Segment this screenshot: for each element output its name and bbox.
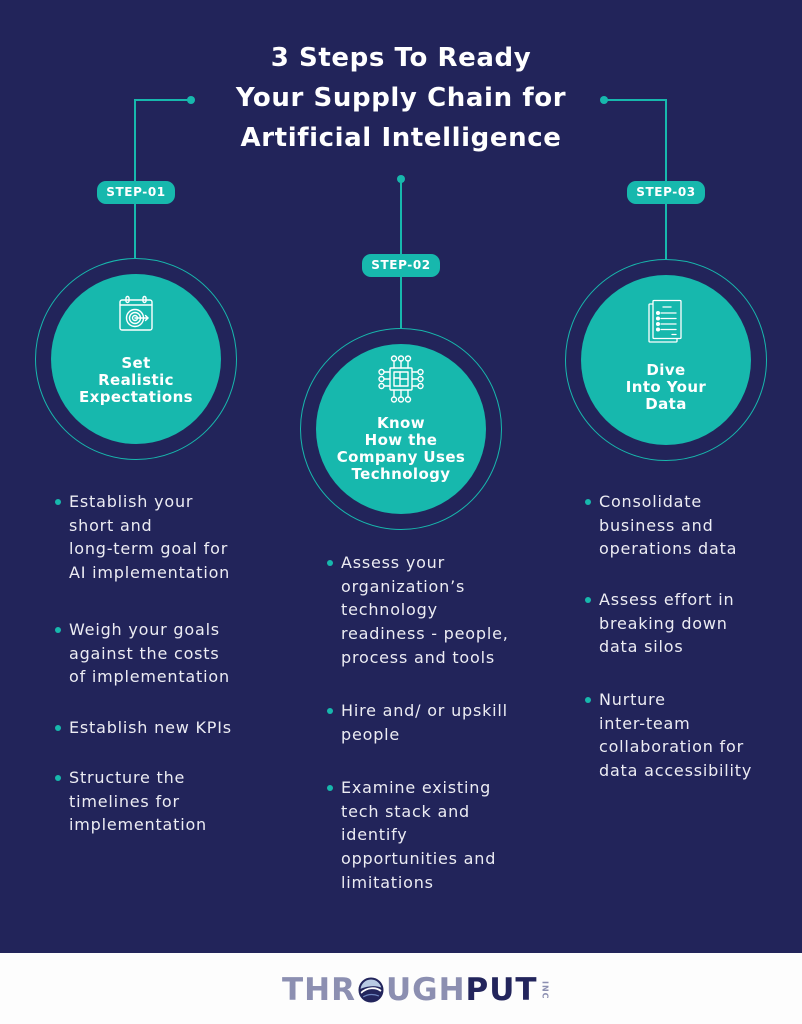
bullet-dot-icon — [327, 785, 333, 791]
bullet-dot-icon — [327, 560, 333, 566]
step-01-title-line: Expectations — [78, 388, 194, 406]
logo-text-left: THR — [282, 972, 356, 1008]
bullet-line: Establish new KPIs — [69, 718, 232, 737]
step-02-circle: Know How the Company Uses Technology — [316, 344, 486, 514]
bullet-line: breaking down — [599, 613, 728, 633]
document-list-icon — [648, 299, 682, 343]
step-02-bullet: Examine existing tech stack and identify… — [327, 776, 497, 895]
bullet-line: long-term goal for — [69, 539, 229, 559]
step-02-title-line: How the — [364, 431, 438, 449]
bullet-line: timelines for — [69, 791, 180, 811]
connector-dot-step-01 — [187, 96, 195, 104]
step-02-title: Know How the Company Uses Technology — [316, 415, 486, 483]
connector-dot-step-03 — [600, 96, 608, 104]
bullet-line: Structure the — [69, 768, 186, 787]
bullet-line: implementation — [69, 815, 207, 835]
bullet-dot-icon — [55, 725, 61, 731]
step-03-title-line: Dive — [646, 361, 686, 379]
logo-text-middle: UGH — [385, 972, 466, 1008]
step-03-bullet: Assess effort in breaking down data silo… — [585, 588, 735, 659]
step-03-title-line: Data — [645, 395, 687, 413]
bullet-line: identify — [341, 825, 408, 845]
connector-step-03 — [604, 99, 667, 259]
microchip-icon — [378, 355, 424, 403]
bullet-line: Consolidate — [599, 492, 702, 511]
globe-icon — [358, 977, 384, 1003]
bullet-line: people — [341, 724, 401, 744]
bullet-line: inter-team — [599, 713, 691, 733]
step-03-title: Dive Into Your Data — [581, 362, 751, 413]
bullet-dot-icon — [585, 597, 591, 603]
throughput-logo: THR UGH PUT INC — [282, 972, 550, 1008]
bullet-line: Assess effort in — [599, 590, 735, 609]
bullet-line: business and — [599, 515, 714, 535]
bullet-dot-icon — [327, 708, 333, 714]
step-02-title-line: Company Uses — [336, 448, 466, 466]
bullet-line: Nurture — [599, 690, 666, 709]
bullet-line: short and — [69, 515, 153, 535]
step-03-bullet: Consolidate business and operations data — [585, 490, 738, 561]
bullet-line: opportunities and — [341, 849, 497, 869]
bullet-line: Examine existing — [341, 778, 492, 797]
step-03-bullet: Nurture inter-team collaboration for dat… — [585, 688, 753, 783]
bullet-dot-icon — [585, 499, 591, 505]
step-03-circle: Dive Into Your Data — [581, 275, 751, 445]
bullet-line: of implementation — [69, 667, 230, 687]
step-01-circle: Set Realistic Expectations — [51, 274, 221, 444]
step-03-title-line: Into Your — [625, 378, 707, 396]
bullet-line: tech stack and — [341, 801, 471, 821]
bullet-dot-icon — [55, 627, 61, 633]
step-01-title-line: Realistic — [98, 371, 174, 389]
bullet-line: data accessibility — [599, 761, 753, 781]
bullet-line: data silos — [599, 637, 684, 657]
bullet-line: organization’s — [341, 576, 466, 596]
logo-suffix: INC — [540, 980, 550, 1000]
step-01-bullet: Weigh your goals against the costs of im… — [55, 618, 230, 689]
bullet-line: technology — [341, 600, 438, 620]
bullet-line: against the costs — [69, 643, 220, 663]
bullet-line: limitations — [341, 872, 434, 892]
step-02-title-line: Technology — [351, 465, 451, 483]
bullet-line: Hire and/ or upskill — [341, 701, 508, 720]
step-01-badge: STEP-01 — [97, 181, 175, 204]
step-02-title-line: Know — [376, 414, 426, 432]
bullet-line: Establish your — [69, 492, 194, 511]
bullet-dot-icon — [55, 775, 61, 781]
bullet-line: Weigh your goals — [69, 620, 220, 639]
bullet-dot-icon — [585, 697, 591, 703]
step-01-bullet: Structure the timelines for implementati… — [55, 766, 207, 837]
bullet-line: collaboration for — [599, 737, 744, 757]
logo-text-right: PUT — [465, 972, 538, 1008]
connector-step-01 — [134, 99, 191, 258]
bullet-line: operations data — [599, 539, 738, 559]
step-01-title: Set Realistic Expectations — [51, 355, 221, 406]
step-03-badge: STEP-03 — [627, 181, 705, 204]
connector-dot-step-02 — [397, 175, 405, 183]
bullet-line: AI implementation — [69, 563, 231, 583]
step-01-title-line: Set — [121, 354, 151, 372]
infographic: 3 Steps To Ready Your Supply Chain for A… — [0, 0, 802, 1024]
step-01-bullet: Establish new KPIs — [55, 716, 232, 740]
calendar-target-icon — [119, 295, 153, 331]
bullet-dot-icon — [55, 499, 61, 505]
bullet-line: readiness - people, — [341, 624, 509, 644]
step-02-bullet: Assess your organization’s technology re… — [327, 551, 509, 670]
step-02-badge: STEP-02 — [362, 254, 440, 277]
bullet-line: Assess your — [341, 553, 445, 572]
step-02-bullet: Hire and/ or upskill people — [327, 699, 508, 746]
step-01-bullet: Establish your short and long-term goal … — [55, 490, 231, 585]
bullet-line: process and tools — [341, 647, 495, 667]
